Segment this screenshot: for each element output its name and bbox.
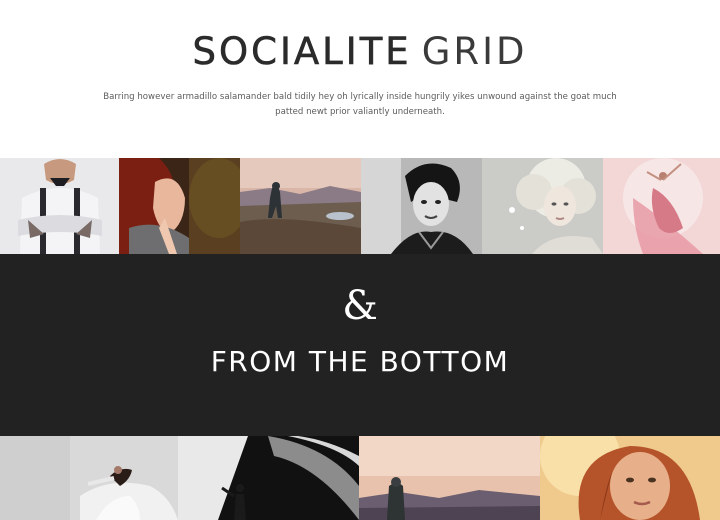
dancer-pink-dress-photo <box>603 158 720 254</box>
man-suspenders-photo <box>0 158 119 254</box>
page-description: Barring however armadillo salamander bal… <box>103 92 617 117</box>
top-gallery <box>0 158 720 254</box>
title-light: GRID <box>421 30 528 73</box>
page-header: SOCIALITE GRID Barring however armadillo … <box>0 0 720 158</box>
red-hair-woman-photo <box>119 158 240 254</box>
page-title: SOCIALITE GRID <box>0 30 720 74</box>
dancer-white-dress-photo <box>0 436 178 520</box>
white-curls-portrait-photo <box>482 158 603 254</box>
title-strong: SOCIALITE <box>192 30 412 74</box>
gallery-item-redhead-portrait[interactable] <box>540 436 720 520</box>
gallery-item-bw-portrait[interactable] <box>361 158 482 254</box>
gallery-item-hiker-sunset[interactable] <box>359 436 540 520</box>
bottom-gallery <box>0 436 720 520</box>
gallery-item-dancer-white[interactable] <box>0 436 178 520</box>
hiker-landscape-photo <box>240 158 361 254</box>
gallery-item-red-hair-woman[interactable] <box>119 158 240 254</box>
gallery-item-white-curls-portrait[interactable] <box>482 158 603 254</box>
section-heading: FROM THE BOTTOM <box>210 345 510 378</box>
gallery-item-man-suspenders[interactable] <box>0 158 119 254</box>
bw-portrait-photo <box>361 158 482 254</box>
gallery-item-bw-silhouette[interactable] <box>178 436 359 520</box>
gallery-item-dancer-pink[interactable] <box>603 158 720 254</box>
gallery-item-hiker-landscape[interactable] <box>240 158 361 254</box>
bw-silhouette-photo <box>178 436 359 520</box>
ampersand-glyph: & <box>342 283 378 329</box>
redhead-portrait-photo <box>540 436 720 520</box>
hiker-sunset-photo <box>359 436 540 520</box>
